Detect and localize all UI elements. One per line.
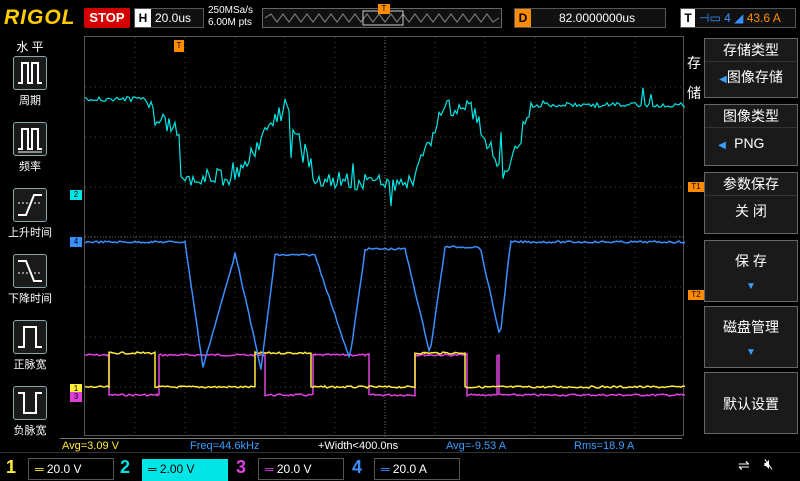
- positive-width-icon: [13, 320, 47, 354]
- image-type-softkey[interactable]: 图像类型 ◀ PNG: [704, 104, 798, 166]
- meas-freq[interactable]: Freq=44.6kHz: [188, 438, 316, 452]
- menu-item-label: 周期: [19, 95, 41, 107]
- delay-label: D: [515, 9, 531, 27]
- ch2-status[interactable]: 2 ═ 2.00 V: [116, 455, 228, 481]
- fall-time-icon: [13, 254, 47, 288]
- param-save-softkey[interactable]: 参数保存 关 闭: [704, 172, 798, 234]
- ch4-number: 4: [352, 457, 363, 477]
- storage-type-label: 存储类型: [705, 39, 797, 62]
- ch1-scale: ═ 20.0 V: [28, 458, 114, 480]
- delay-box[interactable]: D 82.0000000us: [514, 8, 666, 28]
- image-type-text: PNG: [734, 135, 765, 151]
- ch2-offset-marker[interactable]: 2: [70, 190, 82, 200]
- horizontal-label: H: [135, 9, 151, 27]
- negative-width-icon: [13, 386, 47, 420]
- sample-rate: 250MSa/s: [208, 5, 254, 16]
- ch3-status[interactable]: 3 ═ 20.0 V: [232, 455, 344, 480]
- usb-icon: ⇌: [738, 457, 750, 473]
- graticule: [84, 37, 686, 437]
- down-arrow-icon: ▼: [746, 281, 756, 292]
- acquisition-info: 250MSa/s 6.00M pts: [208, 5, 253, 29]
- horizontal-measure-menu: 水 平 周期 频率 上升时间 下降时间 正脉宽 负脉宽: [0, 36, 60, 438]
- menu-item-label: 下降时间: [8, 293, 52, 305]
- timebase-box[interactable]: H 20.0us: [134, 8, 204, 28]
- timebase-value: 20.0us: [155, 11, 192, 25]
- ch1-status[interactable]: 1 ═ 20.0 V: [2, 455, 114, 480]
- disk-manage-label: 磁盘管理: [723, 319, 779, 335]
- ch2-trace: [84, 87, 686, 207]
- save-label: 保 存: [735, 253, 767, 269]
- left-arrow-icon: ◀: [718, 140, 735, 151]
- param-save-value: 关 闭: [735, 203, 767, 219]
- meas-ch4-avg[interactable]: Avg=-9.53 A: [444, 438, 572, 452]
- ch4-offset-marker[interactable]: 4: [70, 237, 82, 247]
- ch3-number: 3: [236, 457, 247, 477]
- param-save-label: 参数保存: [705, 173, 797, 196]
- menu-item-label: 负脉宽: [13, 425, 47, 437]
- default-setup-label: 默认设置: [723, 396, 779, 412]
- ch3-scale: ═ 20.0 V: [258, 458, 344, 480]
- menu-title: 水 平: [16, 40, 44, 54]
- rigol-logo: RIGOL: [4, 6, 76, 29]
- ch4-scale: ═ 20.0 A: [374, 458, 460, 480]
- storage-type-text: 图像存储: [726, 69, 783, 85]
- menu-item-fall-time[interactable]: 下降时间: [8, 254, 52, 314]
- menu-item-rise-time[interactable]: 上升时间: [8, 188, 52, 248]
- top-status-bar: RIGOL STOP H 20.0us 250MSa/s 6.00M pts T …: [0, 0, 800, 36]
- meas-ch1-avg[interactable]: Avg=3.09 V: [60, 438, 188, 452]
- speaker-mute-icon[interactable]: 🔇︎: [764, 456, 773, 473]
- ch2-number: 2: [120, 457, 131, 477]
- delay-value: 82.0000000us: [559, 11, 636, 25]
- trigger-position-marker: T: [378, 4, 390, 14]
- menu-item-label: 上升时间: [8, 227, 52, 239]
- menu-item-frequency[interactable]: 频率: [8, 122, 52, 182]
- trigger-level: 43.6 A: [746, 11, 781, 25]
- ch2-scale: ═ 2.00 V: [142, 459, 228, 481]
- left-arrow-icon: ◀: [719, 74, 727, 85]
- menu-item-positive-width[interactable]: 正脉宽: [8, 320, 52, 380]
- waveform-display[interactable]: [84, 36, 686, 437]
- image-type-value: ◀ PNG: [705, 128, 797, 161]
- menu-item-label: 频率: [19, 161, 41, 173]
- menu-vertical-title: 存 储: [687, 55, 701, 101]
- period-icon: [13, 56, 47, 90]
- meas-pos-width[interactable]: +Width<400.0ns: [316, 438, 444, 452]
- trigger-time-marker[interactable]: T: [174, 40, 184, 52]
- meas-ch4-rms[interactable]: Rms=18.9 A: [572, 438, 682, 452]
- storage-menu: 存 储 存储类型 ◀图像存储 图像类型 ◀ PNG 参数保存 关 闭 保 存 ▼…: [686, 36, 800, 438]
- image-type-label: 图像类型: [705, 105, 797, 128]
- trigger-box[interactable]: T ⊣▭ 4 ◢ 43.6 A: [680, 8, 796, 28]
- frequency-icon: [13, 122, 47, 156]
- ch4-trace: [84, 240, 686, 370]
- storage-type-value: ◀图像存储: [705, 62, 797, 95]
- trigger-edge-icon: ⊣▭ 4 ◢: [699, 11, 747, 25]
- menu-item-label: 正脉宽: [13, 359, 47, 371]
- menu-item-negative-width[interactable]: 负脉宽: [8, 386, 52, 446]
- rise-time-icon: [13, 188, 47, 222]
- down-arrow-icon: ▼: [746, 347, 756, 358]
- disk-manage-softkey[interactable]: 磁盘管理 ▼: [704, 306, 798, 368]
- storage-type-softkey[interactable]: 存储类型 ◀图像存储: [704, 38, 798, 98]
- ch3-trace: [84, 352, 686, 398]
- ch1-number: 1: [6, 457, 17, 477]
- default-setup-softkey[interactable]: 默认设置: [704, 372, 798, 434]
- memory-depth: 6.00M pts: [208, 17, 252, 28]
- run-stop-button[interactable]: STOP: [84, 8, 130, 28]
- save-softkey[interactable]: 保 存 ▼: [704, 240, 798, 302]
- channel-status-bar: 1 ═ 20.0 V 2 ═ 2.00 V 3 ═ 20.0 V 4 ═ 20.0 A …: [0, 452, 800, 481]
- menu-item-period[interactable]: 周期: [8, 56, 52, 116]
- ch3-offset-marker[interactable]: 3: [70, 392, 82, 402]
- ch4-status[interactable]: 4 ═ 20.0 A: [348, 455, 460, 480]
- measurement-bar: Avg=3.09 V Freq=44.6kHz +Width<400.0ns Avg=…: [60, 438, 800, 452]
- trigger-label: T: [681, 9, 695, 27]
